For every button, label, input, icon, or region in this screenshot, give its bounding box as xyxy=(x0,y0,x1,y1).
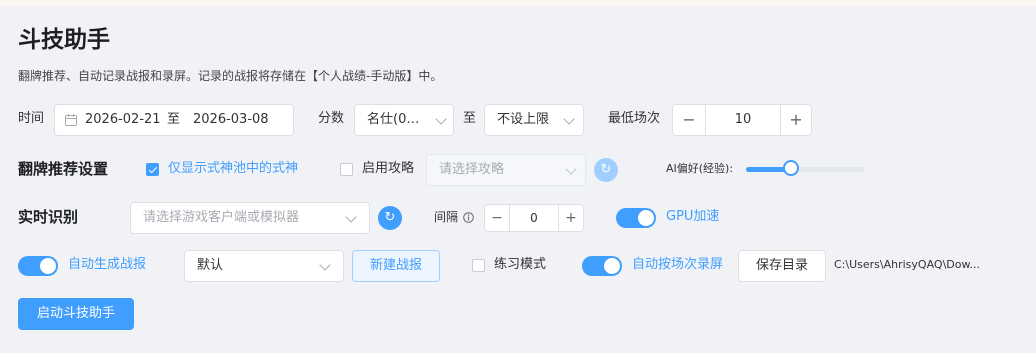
score-from-value: 名仕(0… xyxy=(367,112,420,127)
realtime-section-title: 实时识别 xyxy=(18,208,79,226)
strategy-placeholder: 请选择攻略 xyxy=(439,162,505,177)
strategy-checkbox[interactable] xyxy=(340,163,353,176)
interval-label: 间隔 xyxy=(434,210,459,224)
decrement-button[interactable]: − xyxy=(673,105,705,135)
save-dir-button[interactable]: 保存目录 xyxy=(738,250,826,282)
score-to-value: 不设上限 xyxy=(497,112,550,127)
gpu-label[interactable]: GPU加速 xyxy=(666,202,719,232)
strategy-label[interactable]: 启用攻略 xyxy=(362,154,414,184)
start-assistant-button[interactable]: 启动斗技助手 xyxy=(18,298,134,330)
auto-report-label[interactable]: 自动生成战报 xyxy=(68,250,146,280)
client-select[interactable]: 请选择游戏客户端或模拟器 xyxy=(130,202,370,234)
interval-value[interactable]: 0 xyxy=(510,205,558,231)
increment-button[interactable]: + xyxy=(559,205,583,231)
save-path: C:\Users\AhrisyQAQ\Dow... xyxy=(834,258,980,271)
only-pool-checkbox[interactable] xyxy=(146,163,159,176)
ai-preference-label: AI偏好(经验): xyxy=(666,162,734,175)
increment-button[interactable]: + xyxy=(781,105,811,135)
chevron-down-icon xyxy=(563,113,575,125)
date-start[interactable]: 2026-02-21 xyxy=(85,105,161,135)
refresh-icon[interactable]: ↻ xyxy=(378,206,402,230)
client-placeholder: 请选择游戏客户端或模拟器 xyxy=(143,210,300,225)
only-pool-label[interactable]: 仅显示式神池中的式神 xyxy=(168,154,298,184)
auto-report-switch[interactable] xyxy=(18,256,58,276)
practice-checkbox[interactable] xyxy=(472,259,485,272)
time-label: 时间 xyxy=(18,111,45,126)
score-from-select[interactable]: 名仕(0… xyxy=(354,104,454,136)
score-range-separator: 至 xyxy=(463,111,477,126)
page-title: 斗技助手 xyxy=(18,27,110,53)
chevron-down-icon xyxy=(565,163,577,175)
page-description: 翻牌推荐、自动记录战报和录屏。记录的战报将存储在【个人战绩-手动版】中。 xyxy=(18,69,443,83)
gpu-switch[interactable] xyxy=(616,208,656,228)
auto-record-switch[interactable] xyxy=(582,256,622,276)
score-to-select[interactable]: 不设上限 xyxy=(484,104,584,136)
decrement-button[interactable]: − xyxy=(485,205,509,231)
top-banner-strip xyxy=(0,0,1036,6)
report-template-select[interactable]: 默认 xyxy=(184,250,344,282)
interval-stepper[interactable]: − 0 + xyxy=(484,204,584,232)
strategy-select[interactable]: 请选择攻略 xyxy=(426,154,586,186)
date-end[interactable]: 2026-03-08 xyxy=(193,105,269,135)
chevron-down-icon xyxy=(345,211,357,223)
report-template-value: 默认 xyxy=(197,258,224,273)
chevron-down-icon xyxy=(319,259,331,271)
calendar-icon xyxy=(65,114,77,126)
info-icon[interactable] xyxy=(463,212,474,223)
auto-record-label[interactable]: 自动按场次录屏 xyxy=(632,250,723,280)
slider-handle[interactable] xyxy=(783,160,799,176)
refresh-icon[interactable]: ↻ xyxy=(594,158,618,182)
new-report-button[interactable]: 新建战报 xyxy=(352,250,440,282)
chevron-down-icon xyxy=(435,113,447,125)
min-games-label: 最低场次 xyxy=(608,111,661,126)
min-games-stepper[interactable]: − 10 + xyxy=(672,104,812,136)
score-label: 分数 xyxy=(318,111,345,126)
min-games-value[interactable]: 10 xyxy=(706,105,780,135)
ai-preference-slider[interactable] xyxy=(746,160,864,176)
flip-section-title: 翻牌推荐设置 xyxy=(18,160,109,178)
date-range-picker[interactable]: 2026-02-21 至 2026-03-08 xyxy=(54,104,294,136)
practice-label[interactable]: 练习模式 xyxy=(494,250,546,280)
date-range-separator: 至 xyxy=(167,112,181,127)
